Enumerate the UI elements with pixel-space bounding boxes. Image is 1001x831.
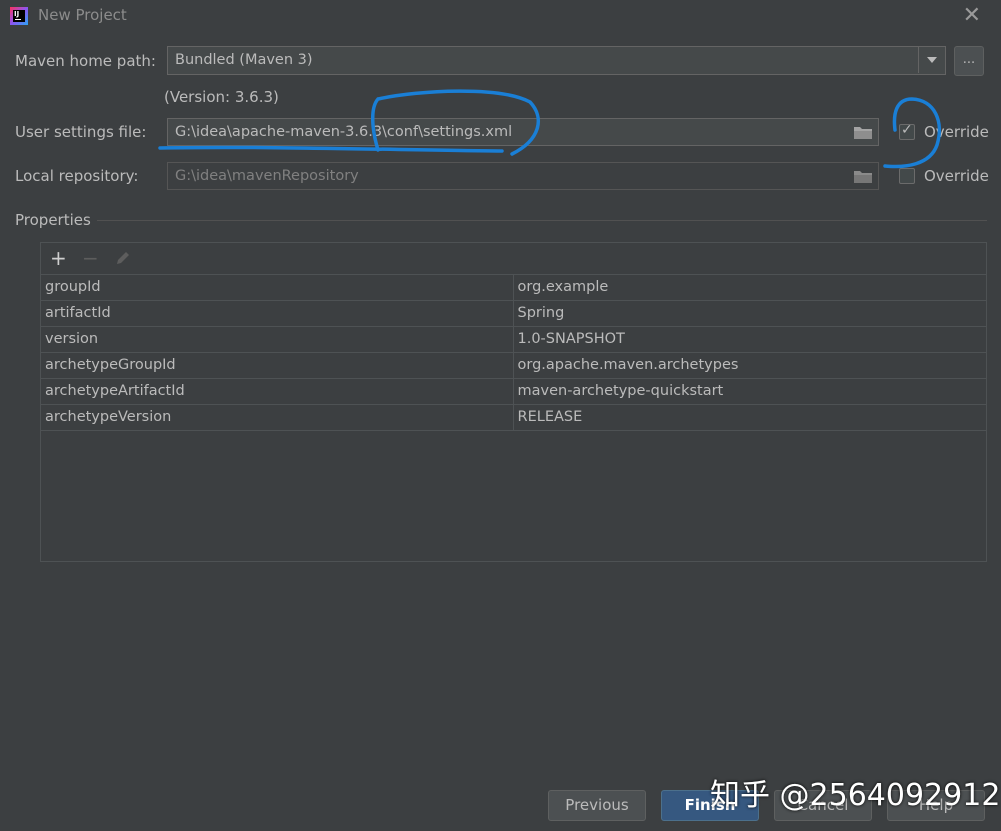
- checkmark-icon: ✓: [901, 122, 913, 138]
- table-row[interactable]: archetypeArtifactId maven-archetype-quick…: [41, 378, 986, 405]
- remove-icon[interactable]: −: [82, 247, 99, 269]
- property-value[interactable]: org.example: [513, 274, 986, 301]
- property-key[interactable]: artifactId: [41, 300, 514, 327]
- user-settings-value: G:\idea\apache-maven-3.6.3\conf\settings…: [175, 124, 513, 140]
- pencil-icon[interactable]: [114, 249, 132, 271]
- property-key[interactable]: groupId: [41, 274, 514, 301]
- maven-home-value: Bundled (Maven 3): [175, 52, 313, 68]
- table-row[interactable]: groupId org.example: [41, 274, 986, 301]
- annotation-underline: [158, 145, 504, 153]
- local-repo-field[interactable]: G:\idea\mavenRepository: [167, 162, 879, 190]
- user-settings-override-checkbox[interactable]: ✓: [899, 122, 915, 140]
- properties-grid: groupId org.example artifactId Spring versio…: [41, 274, 986, 431]
- local-repo-override-label: Override: [924, 167, 989, 185]
- property-value[interactable]: org.apache.maven.archetypes: [513, 352, 986, 379]
- user-settings-field[interactable]: G:\idea\apache-maven-3.6.3\conf\settings…: [167, 118, 879, 146]
- user-settings-override-label: Override: [924, 123, 989, 141]
- folder-icon[interactable]: [854, 170, 872, 183]
- watermark: 知乎 @2564092912: [710, 778, 1001, 813]
- local-repo-label: Local repository:: [15, 167, 139, 185]
- browse-maven-home-button[interactable]: ...: [954, 46, 984, 76]
- close-icon[interactable]: ✕: [963, 3, 981, 28]
- section-divider: [15, 220, 987, 221]
- local-repo-override-checkbox[interactable]: [899, 168, 915, 184]
- intellij-idea-icon: IJ: [10, 7, 28, 25]
- properties-toolbar: + −: [41, 243, 986, 275]
- property-value[interactable]: 1.0-SNAPSHOT: [513, 326, 986, 353]
- title-bar: IJ New Project ✕: [0, 0, 1001, 32]
- properties-table: + − groupId org.example artifactId Spring ve…: [40, 242, 987, 562]
- maven-version-text: (Version: 3.6.3): [164, 88, 279, 106]
- window-title: New Project: [38, 6, 127, 24]
- folder-icon[interactable]: [854, 126, 872, 139]
- maven-home-select[interactable]: Bundled (Maven 3): [167, 46, 946, 75]
- table-row[interactable]: archetypeVersion RELEASE: [41, 404, 986, 431]
- property-key[interactable]: version: [41, 326, 514, 353]
- user-settings-label: User settings file:: [15, 123, 147, 141]
- property-key[interactable]: archetypeArtifactId: [41, 378, 514, 405]
- property-value[interactable]: Spring: [513, 300, 986, 327]
- table-row[interactable]: version 1.0-SNAPSHOT: [41, 326, 986, 353]
- add-icon[interactable]: +: [50, 247, 67, 269]
- property-key[interactable]: archetypeGroupId: [41, 352, 514, 379]
- table-row[interactable]: artifactId Spring: [41, 300, 986, 327]
- property-value[interactable]: RELEASE: [513, 404, 986, 431]
- property-value[interactable]: maven-archetype-quickstart: [513, 378, 986, 405]
- property-key[interactable]: archetypeVersion: [41, 404, 514, 431]
- table-row[interactable]: archetypeGroupId org.apache.maven.archety…: [41, 352, 986, 379]
- local-repo-value: G:\idea\mavenRepository: [175, 168, 359, 184]
- previous-button[interactable]: Previous: [548, 790, 646, 821]
- chevron-down-icon[interactable]: [918, 47, 945, 73]
- maven-home-label: Maven home path:: [15, 52, 156, 70]
- properties-title: Properties: [15, 211, 97, 229]
